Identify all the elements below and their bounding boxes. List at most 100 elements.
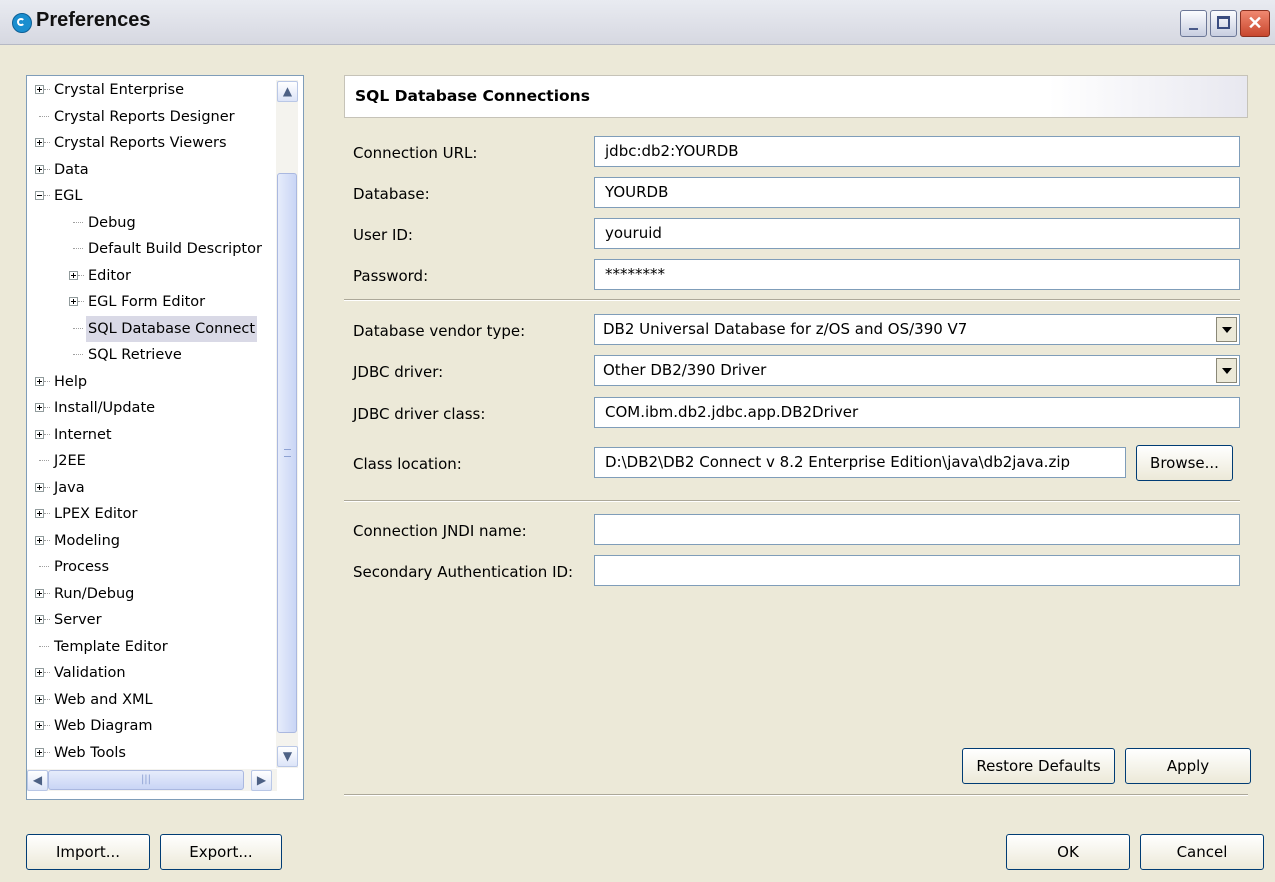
scroll-up-button[interactable]: ▲ bbox=[277, 81, 298, 102]
vendor-type-value: DB2 Universal Database for z/OS and OS/3… bbox=[603, 320, 968, 338]
expand-icon[interactable] bbox=[69, 270, 78, 280]
expand-icon[interactable] bbox=[35, 376, 44, 386]
tree-item[interactable]: SQL Database Connect bbox=[27, 315, 303, 342]
jndi-name-field[interactable] bbox=[594, 514, 1240, 545]
tree-connector bbox=[44, 380, 50, 383]
expand-icon[interactable] bbox=[35, 164, 44, 174]
tree-item-label: Crystal Enterprise bbox=[54, 82, 185, 98]
browse-button[interactable]: Browse... bbox=[1136, 445, 1233, 481]
tree-item-label: Server bbox=[54, 612, 102, 628]
tree-item[interactable]: Crystal Enterprise bbox=[27, 77, 303, 103]
expand-icon[interactable] bbox=[35, 482, 44, 492]
expand-icon[interactable] bbox=[35, 747, 44, 757]
apply-button[interactable]: Apply bbox=[1125, 748, 1251, 784]
tree-item[interactable]: EGL bbox=[27, 183, 303, 209]
expand-icon[interactable] bbox=[35, 668, 44, 677]
tree-item[interactable]: Template Editor bbox=[27, 634, 303, 660]
export-button[interactable]: Export... bbox=[160, 834, 282, 870]
tree-connector bbox=[39, 645, 49, 648]
expand-icon[interactable] bbox=[35, 403, 44, 412]
expand-icon[interactable] bbox=[35, 535, 44, 545]
jdbc-driver-select[interactable]: Other DB2/390 Driver bbox=[594, 355, 1240, 386]
tree-item[interactable]: Crystal Reports Viewers bbox=[27, 130, 303, 156]
ok-button[interactable]: OK bbox=[1006, 834, 1130, 870]
jndi-name-label: Connection JNDI name: bbox=[353, 522, 527, 540]
expand-icon[interactable] bbox=[35, 588, 44, 598]
app-icon bbox=[12, 13, 32, 33]
expand-icon[interactable] bbox=[35, 615, 44, 624]
tree-horizontal-thumb[interactable]: ||| bbox=[48, 770, 244, 790]
import-button[interactable]: Import... bbox=[26, 834, 150, 870]
tree-connector bbox=[44, 195, 50, 197]
tree-item[interactable]: Validation bbox=[27, 660, 303, 686]
tree-connector bbox=[73, 354, 83, 356]
tree-item[interactable]: Help bbox=[27, 369, 303, 395]
tree-item[interactable]: Modeling bbox=[27, 528, 303, 554]
tree-vertical-thumb[interactable] bbox=[277, 173, 297, 733]
tree-connector bbox=[44, 725, 50, 727]
tree-item-label: Web Tools bbox=[54, 744, 126, 761]
scroll-down-button[interactable]: ▼ bbox=[277, 746, 298, 767]
tree-item[interactable]: Run/Debug bbox=[27, 581, 303, 607]
scroll-right-button[interactable]: ▶ bbox=[251, 770, 272, 791]
tree-item[interactable]: Java bbox=[27, 475, 303, 501]
expand-icon[interactable] bbox=[35, 694, 44, 704]
maximize-button[interactable] bbox=[1210, 10, 1237, 37]
tree-item[interactable]: Web Diagram bbox=[27, 713, 303, 739]
close-button[interactable]: ✕ bbox=[1240, 10, 1270, 37]
tree-connector bbox=[44, 672, 50, 674]
vendor-type-select[interactable]: DB2 Universal Database for z/OS and OS/3… bbox=[594, 314, 1240, 345]
expand-icon[interactable] bbox=[35, 429, 44, 439]
minimize-button[interactable] bbox=[1180, 10, 1207, 37]
expand-icon[interactable] bbox=[35, 509, 44, 518]
chevron-down-icon[interactable] bbox=[1216, 317, 1237, 342]
collapse-icon[interactable] bbox=[35, 191, 44, 200]
jdbc-driver-class-field[interactable]: COM.ibm.db2.jdbc.app.DB2Driver bbox=[594, 397, 1240, 428]
password-field[interactable]: ******** bbox=[594, 259, 1240, 290]
user-id-label: User ID: bbox=[353, 226, 413, 244]
vendor-type-label: Database vendor type: bbox=[353, 322, 526, 340]
tree-item[interactable]: Editor bbox=[27, 263, 303, 289]
scroll-left-button[interactable]: ◀ bbox=[27, 770, 48, 791]
title-bar: Preferences ✕ bbox=[0, 0, 1275, 45]
expand-icon[interactable] bbox=[35, 721, 44, 730]
tree-item[interactable]: Data bbox=[27, 157, 303, 183]
tree-item[interactable]: Web and XML bbox=[27, 687, 303, 713]
tree-item[interactable]: Crystal Reports Designer bbox=[27, 104, 303, 130]
tree-item[interactable]: Debug bbox=[27, 210, 303, 236]
tree-item[interactable]: Server bbox=[27, 607, 303, 633]
secondary-auth-field[interactable] bbox=[594, 555, 1240, 586]
tree-item[interactable]: LPEX Editor bbox=[27, 501, 303, 527]
tree-item[interactable]: Web Tools bbox=[27, 740, 303, 766]
connection-url-field[interactable]: jdbc:db2:YOURDB bbox=[594, 136, 1240, 167]
expand-icon[interactable] bbox=[69, 297, 78, 306]
expand-icon[interactable] bbox=[35, 138, 44, 147]
tree-connector bbox=[44, 513, 50, 515]
expand-icon[interactable] bbox=[35, 85, 44, 94]
tree-connector bbox=[39, 460, 49, 462]
tree-connector bbox=[78, 301, 84, 303]
tree-item[interactable]: J2EE bbox=[27, 448, 303, 474]
tree-connector bbox=[73, 327, 83, 330]
tree-item[interactable]: EGL Form Editor bbox=[27, 289, 303, 315]
class-location-field[interactable]: D:\DB2\DB2 Connect v 8.2 Enterprise Edit… bbox=[594, 447, 1126, 478]
tree-item-label: EGL Form Editor bbox=[88, 294, 206, 310]
preferences-tree[interactable]: Crystal Enterprise Crystal Reports Design… bbox=[26, 75, 304, 800]
cancel-button[interactable]: Cancel bbox=[1140, 834, 1264, 870]
tree-item-label: Install/Update bbox=[54, 400, 156, 416]
separator-1 bbox=[344, 299, 1240, 301]
chevron-down-icon[interactable] bbox=[1216, 358, 1237, 383]
tree-connector bbox=[73, 248, 83, 250]
tree-connector bbox=[44, 539, 50, 542]
tree-item[interactable]: Default Build Descriptor bbox=[27, 236, 303, 262]
tree-connector bbox=[44, 407, 50, 409]
tree-item-label: Help bbox=[54, 373, 88, 390]
tree-item-label: Web Diagram bbox=[54, 718, 153, 734]
restore-defaults-button[interactable]: Restore Defaults bbox=[962, 748, 1115, 784]
tree-item[interactable]: Install/Update bbox=[27, 395, 303, 421]
database-field[interactable]: YOURDB bbox=[594, 177, 1240, 208]
tree-item[interactable]: Internet bbox=[27, 422, 303, 448]
tree-item[interactable]: SQL Retrieve bbox=[27, 342, 303, 368]
tree-item[interactable]: Process bbox=[27, 554, 303, 580]
user-id-field[interactable]: youruid bbox=[594, 218, 1240, 249]
